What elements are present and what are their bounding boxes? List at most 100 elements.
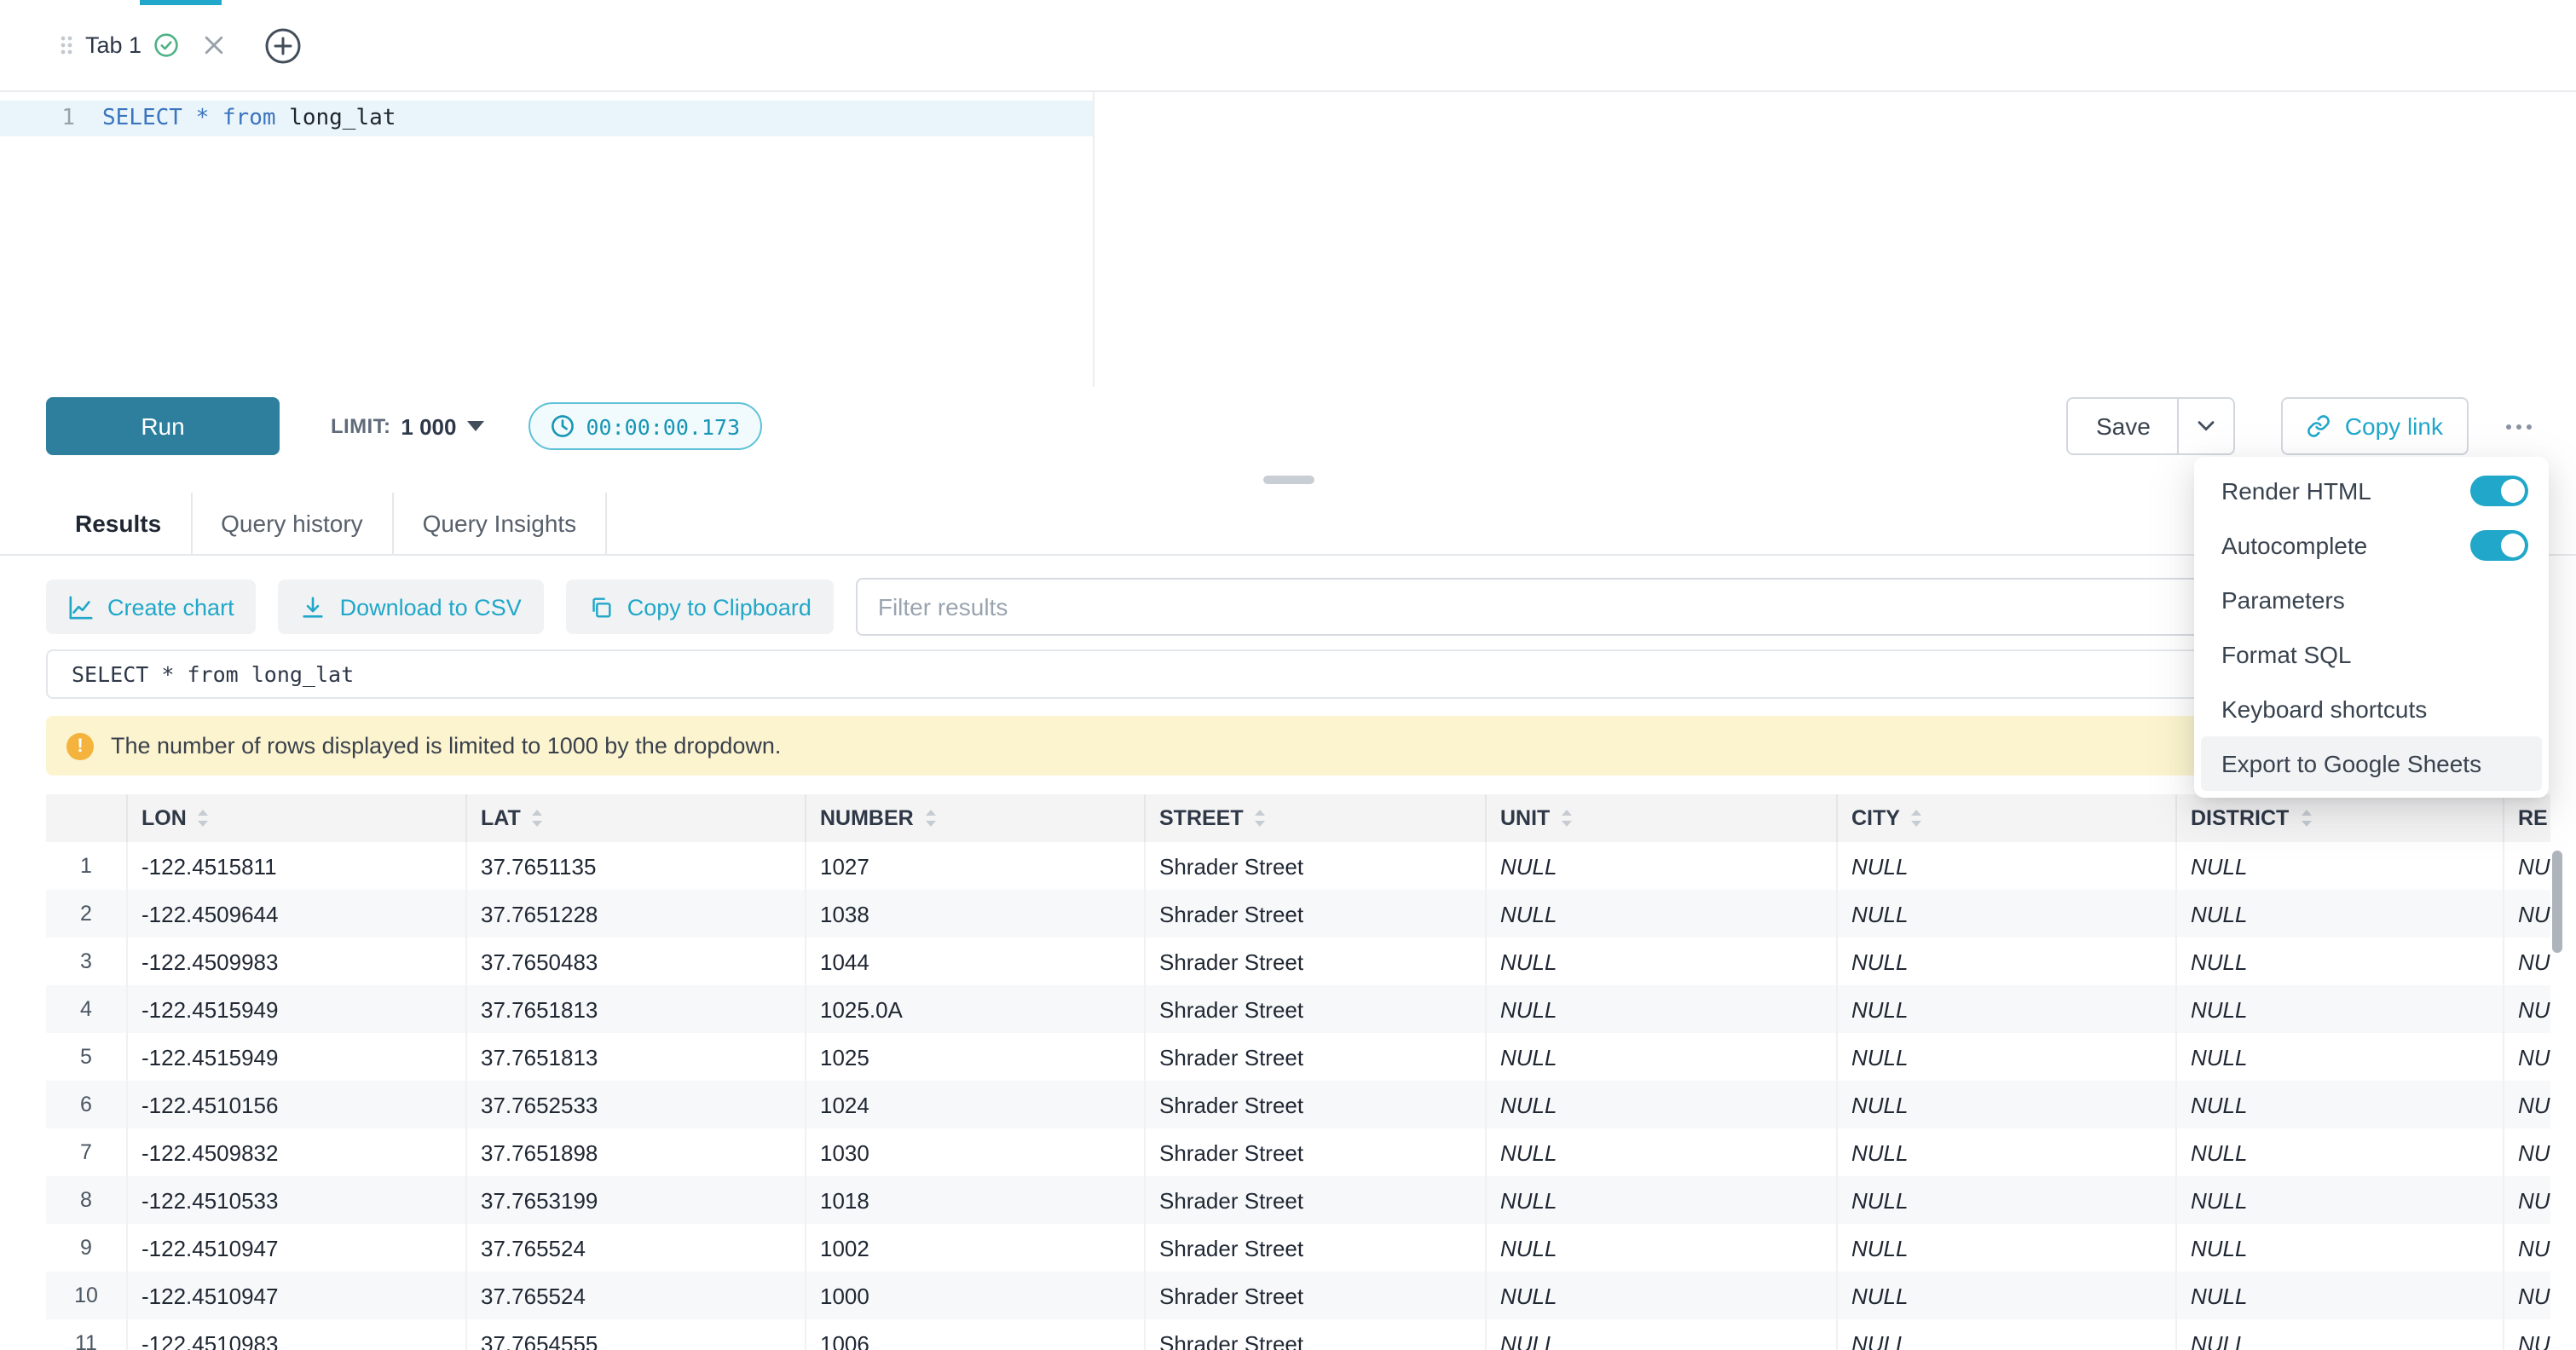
column-header-re[interactable]: RE [2504, 794, 2550, 842]
cell-street: Shrader Street [1146, 1319, 1487, 1350]
cell-lat: 37.7651813 [467, 1033, 806, 1081]
run-button[interactable]: Run [46, 397, 280, 455]
cell-number: 1024 [806, 1081, 1146, 1128]
cell-street: Shrader Street [1146, 1272, 1487, 1319]
tab-query-history[interactable]: Query history [192, 493, 394, 554]
menu-item-format-sql[interactable]: Format SQL [2201, 627, 2542, 682]
sort-arrows-icon[interactable] [2299, 808, 2313, 828]
column-header-street[interactable]: STREET [1146, 794, 1487, 842]
cell-city: NULL [1838, 1319, 2177, 1350]
cell-city: NULL [1838, 1033, 2177, 1081]
table-row: 7-122.450983237.76518981030Shrader Stree… [46, 1128, 2550, 1176]
results-grid: LON LAT NUMBER STREET UNIT CITYDISTRICTRE 1-1… [46, 794, 2550, 1350]
column-header-city[interactable]: CITY [1838, 794, 2177, 842]
cell-street: Shrader Street [1146, 985, 1487, 1033]
cell-number: 1030 [806, 1128, 1146, 1176]
cell-city: NULL [1838, 890, 2177, 938]
vertical-scrollbar-thumb[interactable] [2552, 851, 2562, 953]
cell-unit: NULL [1487, 1176, 1838, 1224]
pane-resize-handle[interactable] [1262, 475, 1314, 483]
column-header-number[interactable]: NUMBER [806, 794, 1146, 842]
cell-district: NULL [2177, 1176, 2504, 1224]
copy-icon [588, 594, 614, 620]
sql-editor[interactable]: 1 SELECT * from long_lat [0, 92, 2576, 387]
limit-value: 1 000 [401, 413, 456, 439]
cell-lon: -122.4509983 [128, 938, 467, 985]
sql-token-operator: * [196, 106, 210, 131]
cell-street: Shrader Street [1146, 1081, 1487, 1128]
save-split-button: Save [2067, 397, 2236, 455]
warning-icon: ! [66, 732, 94, 759]
print-margin-ruler [1093, 92, 1095, 387]
cell-unit: NULL [1487, 1081, 1838, 1128]
sort-arrows-icon[interactable] [924, 808, 938, 828]
grid-body: 1-122.451581137.76511351027Shrader Stree… [46, 842, 2550, 1350]
cell-lon: -122.4515949 [128, 1033, 467, 1081]
cell-lon: -122.4510983 [128, 1319, 467, 1350]
drag-dots-icon [60, 34, 73, 56]
link-icon [2307, 414, 2331, 438]
row-number: 7 [46, 1128, 128, 1176]
limit-dropdown[interactable]: LIMIT: 1 000 [331, 413, 484, 439]
cell-district: NULL [2177, 1033, 2504, 1081]
copy-link-button[interactable]: Copy link [2282, 397, 2469, 455]
column-header-lat[interactable]: LAT [467, 794, 806, 842]
editor-tab[interactable]: Tab 1 [46, 0, 240, 91]
row-number: 8 [46, 1176, 128, 1224]
save-options-button[interactable] [2180, 397, 2236, 455]
cell-lat: 37.7652533 [467, 1081, 806, 1128]
sort-arrows-icon[interactable] [1560, 808, 1574, 828]
copy-clipboard-button[interactable]: Copy to Clipboard [566, 580, 834, 634]
column-label: UNIT [1500, 806, 1550, 830]
caret-down-icon [467, 421, 484, 431]
cell-district: NULL [2177, 985, 2504, 1033]
more-options-button[interactable] [2489, 397, 2547, 455]
menu-item-export-to-google-sheets[interactable]: Export to Google Sheets [2201, 736, 2542, 791]
cell-re: NULL [2504, 1176, 2550, 1224]
tab-results[interactable]: Results [46, 493, 192, 554]
sort-arrows-icon[interactable] [531, 808, 545, 828]
column-header-lon[interactable]: LON [128, 794, 467, 842]
add-tab-button[interactable] [264, 26, 302, 64]
sql-token-plain: long_lat [276, 106, 396, 131]
create-chart-button[interactable]: Create chart [46, 580, 257, 634]
sort-arrows-icon[interactable] [1910, 808, 1924, 828]
column-header-district[interactable]: DISTRICT [2177, 794, 2504, 842]
cell-number: 1044 [806, 938, 1146, 985]
column-header-unit[interactable]: UNIT [1487, 794, 1838, 842]
query-timer-badge: 00:00:00.173 [528, 402, 763, 450]
column-label: LAT [481, 806, 521, 830]
sql-token-plain [209, 106, 222, 131]
menu-item-keyboard-shortcuts[interactable]: Keyboard shortcuts [2201, 682, 2542, 736]
results-toolbar: Create chart Download to CSV Copy to Cli… [0, 578, 2576, 636]
cell-district: NULL [2177, 1224, 2504, 1272]
column-label: STREET [1159, 806, 1244, 830]
sort-arrows-icon[interactable] [197, 808, 211, 828]
menu-item-label: Autocomplete [2221, 532, 2367, 559]
cell-re: NULL [2504, 1224, 2550, 1272]
menu-item-autocomplete[interactable]: Autocomplete [2201, 518, 2542, 573]
cell-district: NULL [2177, 842, 2504, 890]
sort-arrows-icon[interactable] [1254, 808, 1268, 828]
cell-lon: -122.4515811 [128, 842, 467, 890]
save-button[interactable]: Save [2067, 397, 2180, 455]
copy-link-label: Copy link [2345, 412, 2443, 440]
cell-lon: -122.4515949 [128, 985, 467, 1033]
cell-number: 1006 [806, 1319, 1146, 1350]
cell-lon: -122.4510533 [128, 1176, 467, 1224]
line-chart-icon [68, 594, 94, 620]
column-label: NUMBER [820, 806, 914, 830]
tab-query-insights[interactable]: Query Insights [394, 493, 608, 554]
close-tab-icon[interactable] [205, 36, 223, 55]
toggle-render-html[interactable] [2470, 476, 2528, 506]
download-csv-button[interactable]: Download to CSV [279, 580, 544, 634]
table-row: 11-122.451098337.76545551006Shrader Stre… [46, 1319, 2550, 1350]
table-row: 10-122.451094737.7655241000Shrader Stree… [46, 1272, 2550, 1319]
cell-re: NULL [2504, 1128, 2550, 1176]
options-menu: Render HTML Autocomplete ParametersFormat … [2194, 457, 2549, 798]
menu-item-parameters[interactable]: Parameters [2201, 573, 2542, 627]
cell-re: NULL [2504, 1272, 2550, 1319]
cell-district: NULL [2177, 1081, 2504, 1128]
toggle-autocomplete[interactable] [2470, 530, 2528, 561]
menu-item-render-html[interactable]: Render HTML [2201, 464, 2542, 518]
